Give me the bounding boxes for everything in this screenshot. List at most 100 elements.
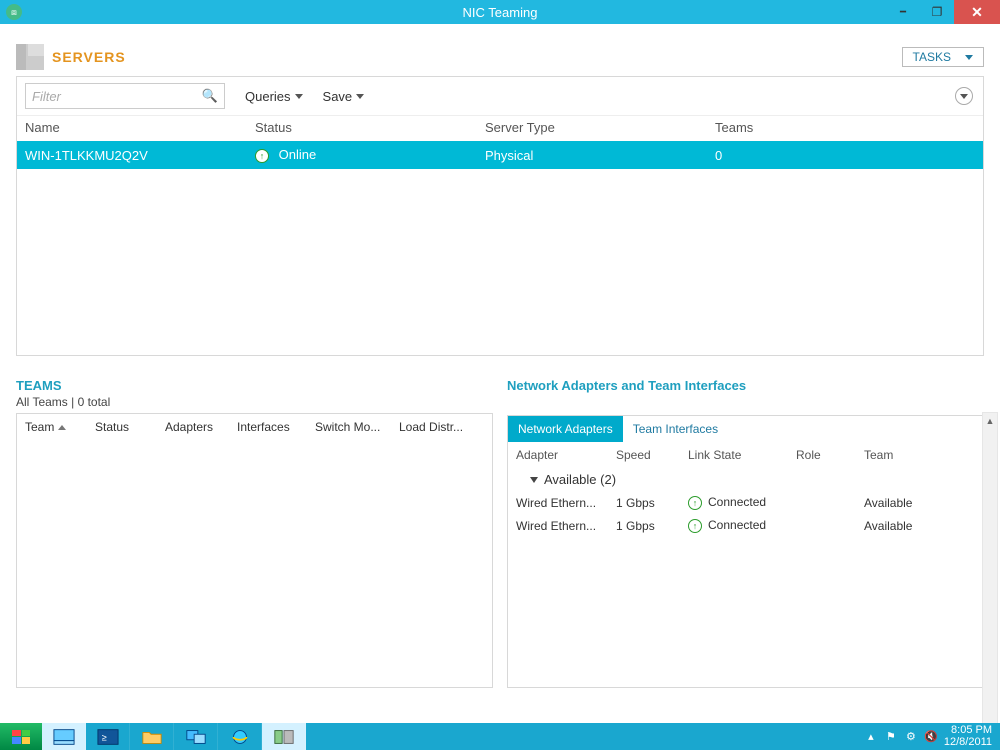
servers-title: SERVERS xyxy=(52,49,126,65)
adapter-row[interactable]: Wired Ethern... 1 Gbps ↑Connected Availa… xyxy=(508,491,983,514)
col-adapter[interactable]: Adapter xyxy=(516,448,616,462)
taskbar-item-powershell[interactable]: ≥ xyxy=(86,723,130,750)
tasks-button[interactable]: TASKS xyxy=(902,47,984,67)
tab-team-interfaces[interactable]: Team Interfaces xyxy=(623,416,728,442)
server-status-text: Online xyxy=(279,147,317,162)
group-label: Available (2) xyxy=(544,472,616,487)
adapter-speed: 1 Gbps xyxy=(616,519,688,533)
col-teams[interactable]: Teams xyxy=(715,120,915,135)
scroll-up-icon[interactable]: ▲ xyxy=(983,413,997,429)
taskbar-item-remote[interactable] xyxy=(174,723,218,750)
taskbar: ≥ ▴ ⚑ ⚙ 🔇 8:05 PM 12/8/2011 xyxy=(0,723,1000,750)
teams-column-headers: Team Status Adapters Interfaces Switch M… xyxy=(17,414,492,440)
server-status: ↑ Online xyxy=(255,147,485,163)
adapters-column-headers: Adapter Speed Link State Role Team xyxy=(508,442,983,468)
svg-text:≥: ≥ xyxy=(101,732,106,742)
adapters-title: Network Adapters and Team Interfaces xyxy=(507,378,984,393)
online-icon: ↑ xyxy=(255,149,269,163)
adapters-tabs: Network Adapters Team Interfaces xyxy=(508,416,983,442)
connected-icon: ↑ xyxy=(688,519,702,533)
close-button[interactable]: ✕ xyxy=(954,0,1000,24)
tray-sound-icon[interactable]: 🔇 xyxy=(924,730,938,744)
taskbar-item-server-manager[interactable] xyxy=(42,723,86,750)
clock-time: 8:05 PM xyxy=(944,725,992,737)
adapter-team: Available xyxy=(864,519,954,533)
connected-icon: ↑ xyxy=(688,496,702,510)
chevron-down-icon xyxy=(960,94,968,99)
server-row[interactable]: WIN-1TLKKMU2Q2V ↑ Online Physical 0 xyxy=(17,141,983,169)
col-name[interactable]: Name xyxy=(25,120,255,135)
server-type: Physical xyxy=(485,148,715,163)
adapters-group-header[interactable]: Available (2) xyxy=(508,468,983,491)
clock-date: 12/8/2011 xyxy=(944,737,992,749)
col-team[interactable]: Team xyxy=(864,448,954,462)
taskbar-item-ie[interactable] xyxy=(218,723,262,750)
filter-placeholder: Filter xyxy=(32,89,61,104)
taskbar-left: ≥ xyxy=(0,723,306,750)
window-titlebar: ⧈ NIC Teaming ❐ ✕ xyxy=(0,0,1000,24)
collapse-icon xyxy=(530,477,538,483)
powershell-icon: ≥ xyxy=(97,728,119,746)
teams-subtitle: All Teams | 0 total xyxy=(16,395,493,409)
servers-toolbar: Filter 🔍 Queries Save xyxy=(17,77,983,116)
server-manager-icon xyxy=(53,728,75,746)
taskbar-clock[interactable]: 8:05 PM 12/8/2011 xyxy=(944,725,992,748)
start-button[interactable] xyxy=(0,723,42,750)
col-switch-mode[interactable]: Switch Mo... xyxy=(315,420,399,434)
adapters-panel: Network Adapters Team Interfaces Adapter… xyxy=(507,415,984,688)
servers-panel: Filter 🔍 Queries Save Name Status Server… xyxy=(16,76,984,356)
windows-flag-icon xyxy=(12,730,30,744)
minimize-button[interactable] xyxy=(886,0,920,24)
taskbar-item-nic-teaming[interactable] xyxy=(262,723,306,750)
nic-teaming-icon xyxy=(273,728,295,746)
col-status[interactable]: Status xyxy=(95,420,165,434)
col-speed[interactable]: Speed xyxy=(616,448,688,462)
adapter-speed: 1 Gbps xyxy=(616,496,688,510)
window-controls: ❐ ✕ xyxy=(886,0,1000,24)
system-tray: ▴ ⚑ ⚙ 🔇 8:05 PM 12/8/2011 xyxy=(864,723,1000,750)
app-icon: ⧈ xyxy=(6,4,22,20)
col-load-dist[interactable]: Load Distr... xyxy=(399,420,483,434)
tray-show-hidden-icon[interactable]: ▴ xyxy=(864,730,878,744)
vertical-scrollbar[interactable]: ▲ ▼ xyxy=(982,412,998,723)
lower-panels: TEAMS All Teams | 0 total Team Status Ad… xyxy=(16,378,984,688)
tray-network-icon[interactable]: ⚙ xyxy=(904,730,918,744)
taskbar-item-explorer[interactable] xyxy=(130,723,174,750)
servers-icon xyxy=(16,44,44,70)
queries-button[interactable]: Queries xyxy=(245,89,303,104)
expand-button[interactable] xyxy=(955,87,973,105)
filter-input[interactable]: Filter 🔍 xyxy=(25,83,225,109)
adapter-team: Available xyxy=(864,496,954,510)
queries-label: Queries xyxy=(245,89,291,104)
folder-icon xyxy=(141,728,163,746)
ie-icon xyxy=(229,728,251,746)
adapter-name: Wired Ethern... xyxy=(516,496,616,510)
server-teams: 0 xyxy=(715,148,915,163)
chevron-down-icon xyxy=(295,94,303,99)
maximize-button[interactable]: ❐ xyxy=(920,0,954,24)
col-team[interactable]: Team xyxy=(25,420,95,434)
search-icon[interactable]: 🔍 xyxy=(202,88,218,104)
server-name: WIN-1TLKKMU2Q2V xyxy=(25,148,255,163)
adapter-row[interactable]: Wired Ethern... 1 Gbps ↑Connected Availa… xyxy=(508,514,983,537)
teams-title: TEAMS xyxy=(16,378,493,393)
col-type[interactable]: Server Type xyxy=(485,120,715,135)
adapters-section: Network Adapters and Team Interfaces Net… xyxy=(507,378,984,688)
adapter-name: Wired Ethern... xyxy=(516,519,616,533)
tasks-label: TASKS xyxy=(913,50,951,64)
col-link-state[interactable]: Link State xyxy=(688,448,796,462)
remote-icon xyxy=(185,728,207,746)
col-interfaces[interactable]: Interfaces xyxy=(237,420,315,434)
sort-asc-icon xyxy=(58,425,66,430)
teams-section: TEAMS All Teams | 0 total Team Status Ad… xyxy=(16,378,493,688)
servers-column-headers: Name Status Server Type Teams xyxy=(17,116,983,141)
col-status[interactable]: Status xyxy=(255,120,485,135)
col-adapters[interactable]: Adapters xyxy=(165,420,237,434)
servers-header: SERVERS TASKS xyxy=(16,44,984,70)
col-role[interactable]: Role xyxy=(796,448,864,462)
adapter-link: ↑Connected xyxy=(688,495,796,510)
tray-flag-icon[interactable]: ⚑ xyxy=(884,730,898,744)
save-button[interactable]: Save xyxy=(323,89,365,104)
tab-network-adapters[interactable]: Network Adapters xyxy=(508,416,623,442)
chevron-down-icon xyxy=(356,94,364,99)
